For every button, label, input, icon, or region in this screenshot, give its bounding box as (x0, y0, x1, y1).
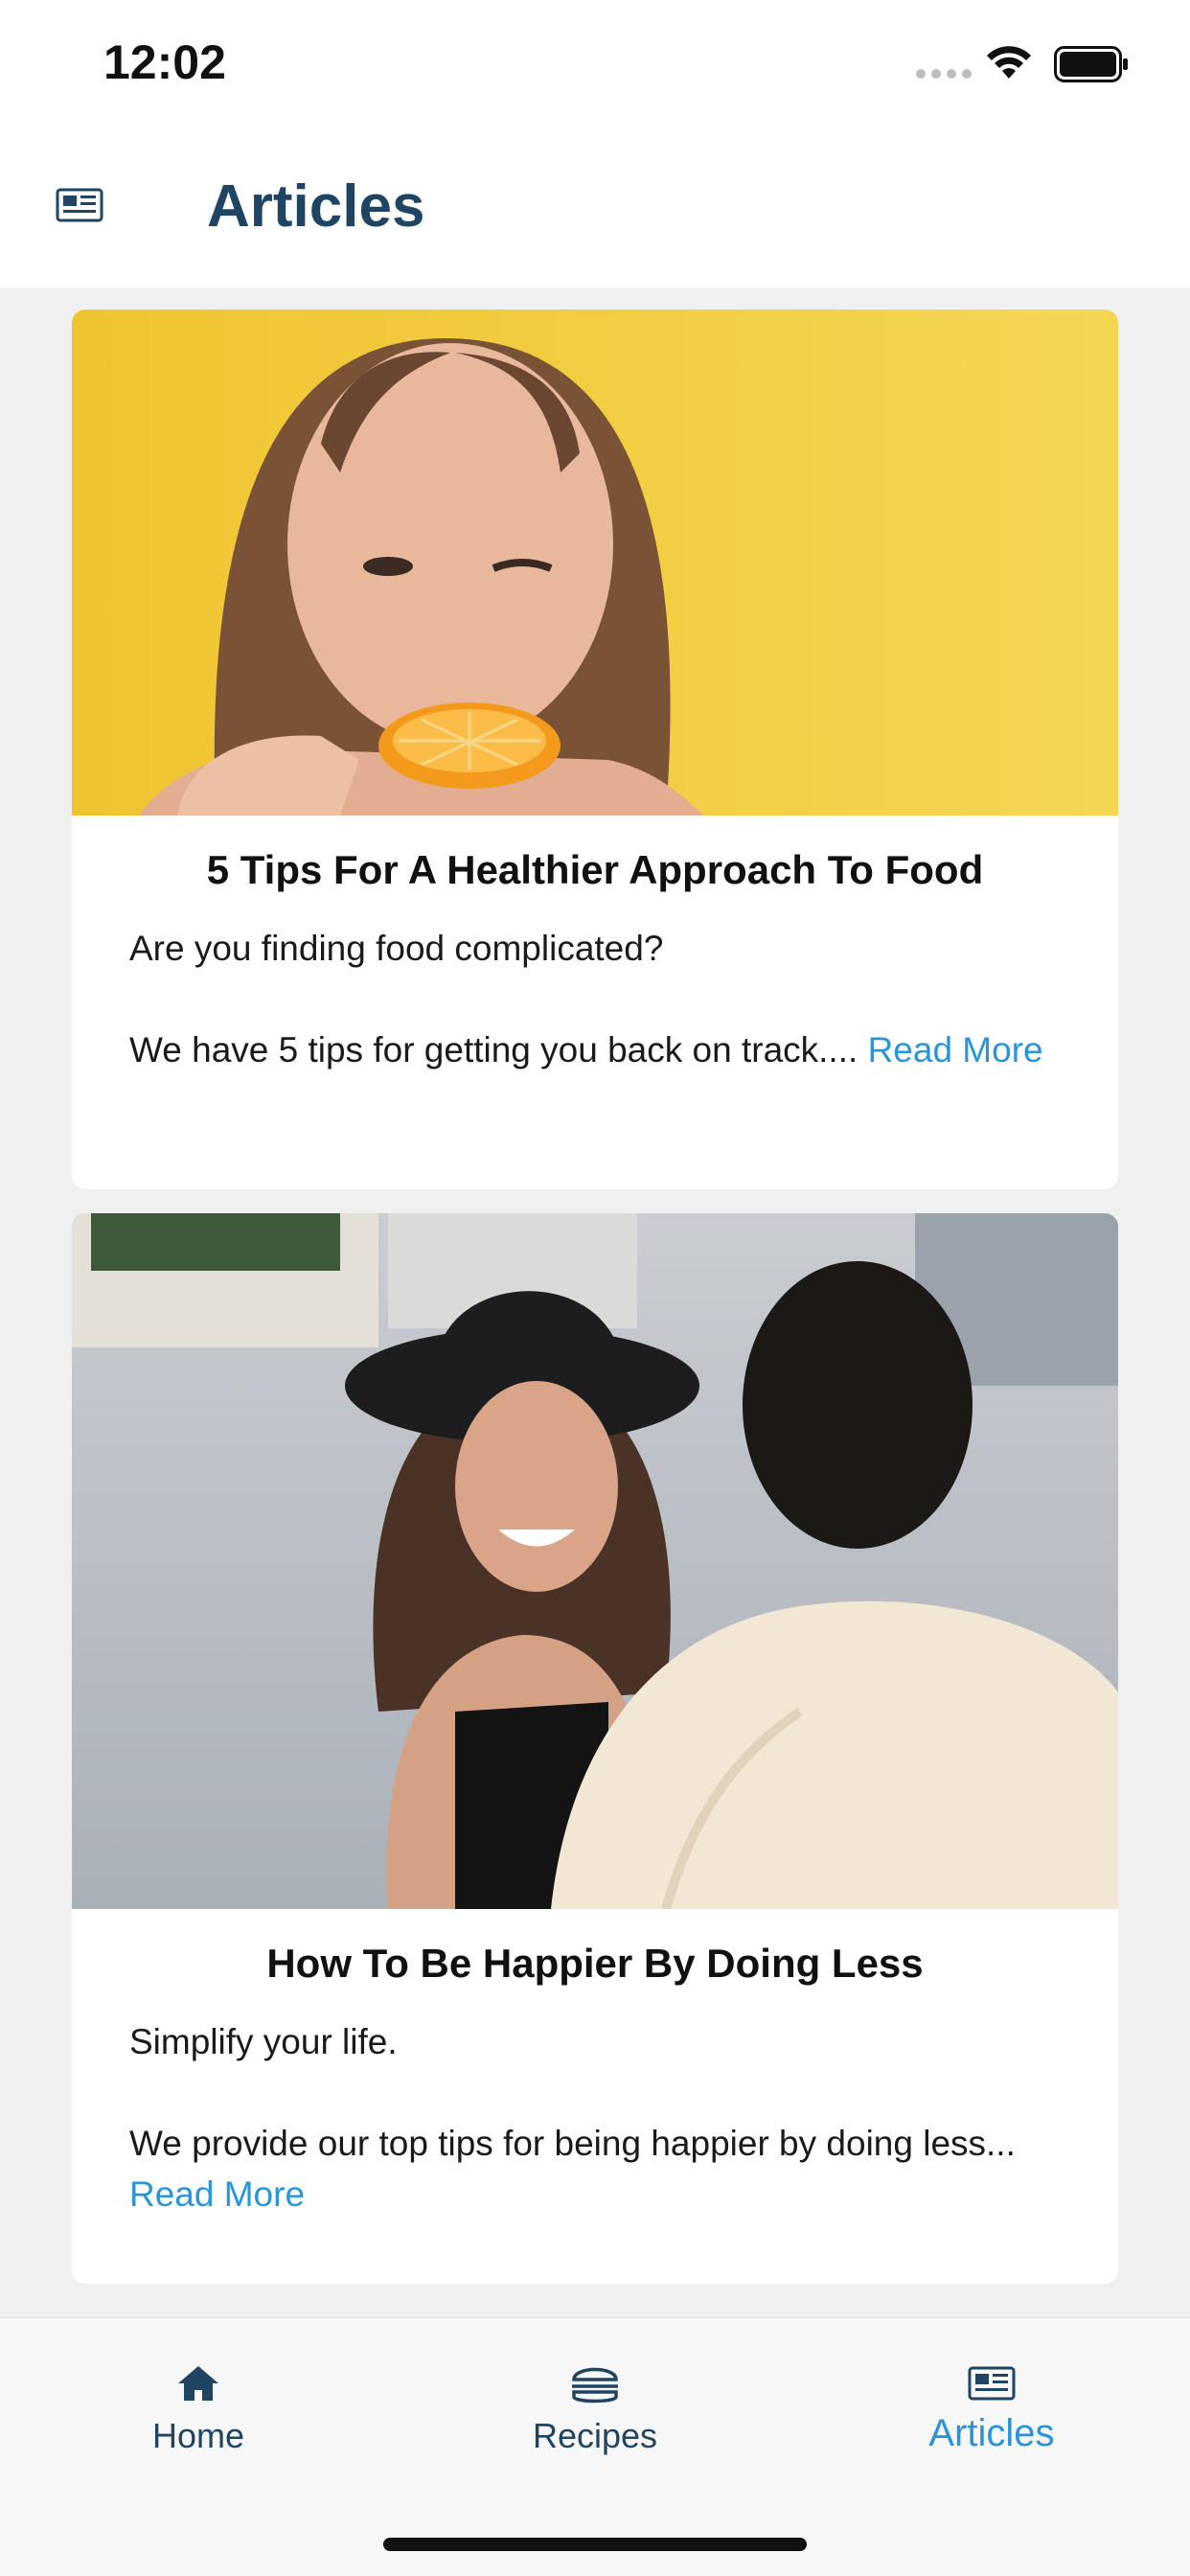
article-body-text: We have 5 tips for getting you back on t… (129, 1030, 868, 1070)
article-intro: Are you finding food complicated? (129, 929, 664, 969)
read-more-link[interactable]: Read More (868, 1030, 1043, 1070)
article-image[interactable] (72, 310, 1118, 816)
tab-recipes[interactable]: Recipes (397, 2318, 793, 2481)
articles-screen: 12:02 Articles 5 Tips For A Healthier Ap… (0, 0, 1190, 2576)
home-indicator[interactable] (383, 2538, 807, 2551)
burger-icon (572, 2367, 618, 2404)
wifi-icon (987, 46, 1031, 79)
tab-articles[interactable]: Articles (793, 2318, 1190, 2481)
article-excerpt: Simplify your life. We provide our top t… (129, 2016, 1061, 2220)
battery-icon (1054, 46, 1128, 82)
article-summary: We have 5 tips for getting you back on t… (129, 1024, 1061, 1075)
home-icon (178, 2366, 218, 2401)
newspaper-icon[interactable] (56, 188, 103, 222)
article-title[interactable]: 5 Tips For A Healthier Approach To Food (129, 816, 1061, 894)
cellular-signal-icon (916, 69, 972, 79)
read-more-link[interactable]: Read More (129, 2174, 305, 2214)
status-bar: 12:02 (0, 0, 1190, 130)
tab-home-label: Home (151, 2416, 245, 2455)
article-excerpt: Are you finding food complicated? We hav… (129, 923, 1061, 1075)
article-image[interactable] (72, 1213, 1118, 1909)
status-time: 12:02 (103, 35, 226, 89)
article-body: 5 Tips For A Healthier Approach To Food … (72, 816, 1118, 1075)
article-title[interactable]: How To Be Happier By Doing Less (129, 1909, 1061, 1988)
article-intro: Simplify your life. (129, 2022, 398, 2062)
newspaper-icon (968, 2366, 1016, 2401)
article-summary: We provide our top tips for being happie… (129, 2118, 1061, 2220)
tab-recipes-label: Recipes (532, 2416, 658, 2455)
app-header: Articles (0, 130, 1190, 288)
page-title: Articles (207, 173, 425, 240)
article-body: How To Be Happier By Doing Less Simplify… (72, 1909, 1118, 2220)
article-card[interactable]: How To Be Happier By Doing Less Simplify… (72, 1213, 1118, 2284)
tab-home[interactable]: Home (0, 2318, 397, 2481)
article-card[interactable]: 5 Tips For A Healthier Approach To Food … (72, 310, 1118, 1189)
tab-articles-label: Articles (928, 2412, 1055, 2454)
article-body-text: We provide our top tips for being happie… (129, 2124, 1016, 2164)
